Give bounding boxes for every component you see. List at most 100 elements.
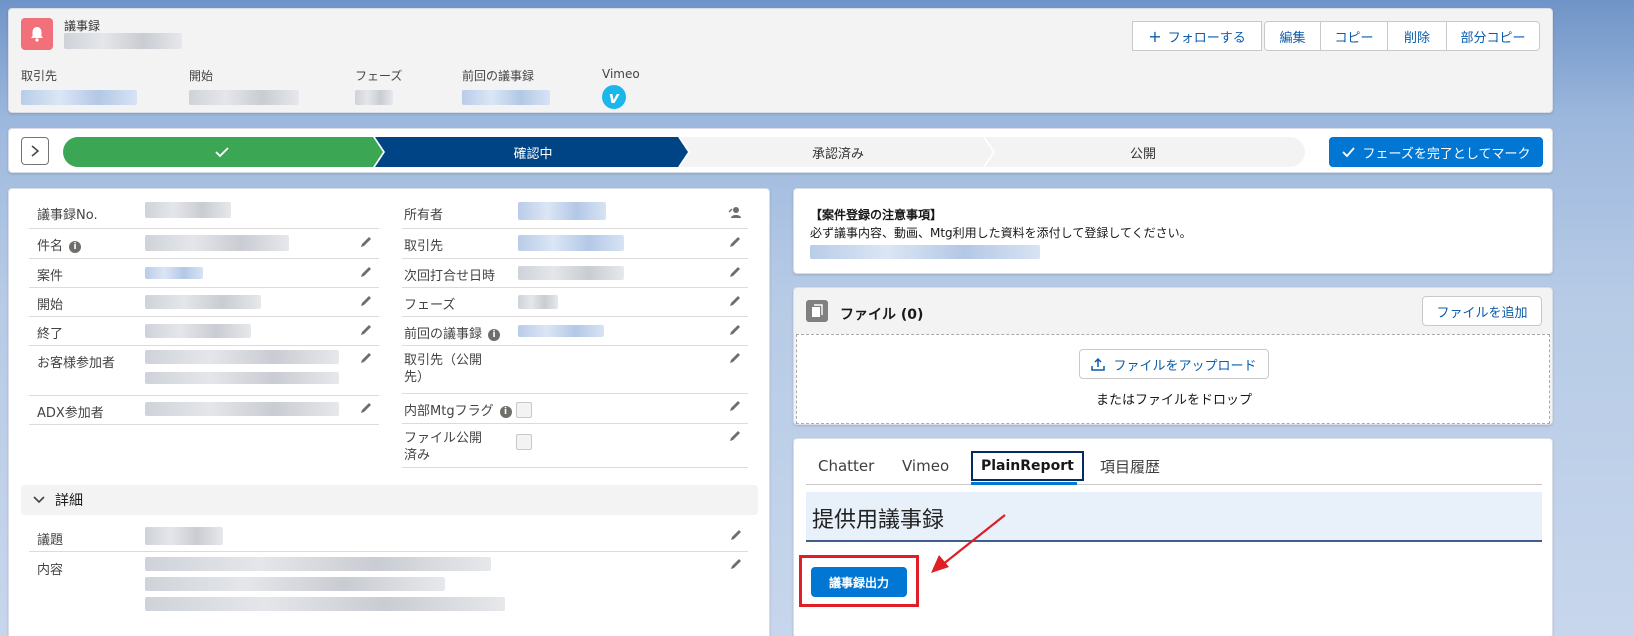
edit-pencil-icon[interactable] — [359, 235, 373, 249]
field-label: 内部Mtgフラグ i — [404, 400, 512, 419]
field-value — [518, 266, 624, 280]
field-value — [145, 295, 261, 309]
field-label: 件名 i — [37, 235, 82, 254]
export-minutes-button[interactable]: 議事録出力 — [811, 567, 907, 597]
tab-plainreport[interactable]: PlainReport — [971, 451, 1084, 481]
check-icon — [215, 147, 229, 158]
field-label: 所有者 — [404, 208, 444, 223]
plus-icon: + — [1148, 26, 1162, 46]
field-end: 終了 — [29, 317, 379, 346]
field-minutes-no: 議事録No. — [29, 197, 379, 229]
highlight-value[interactable] — [462, 90, 550, 105]
edit-pencil-icon[interactable] — [359, 401, 373, 415]
path-step-published[interactable]: 公開 — [993, 137, 1293, 167]
notice-title: 【案件登録の注意事項】 — [810, 208, 943, 222]
field-value[interactable] — [518, 235, 624, 251]
edit-pencil-icon[interactable] — [729, 528, 743, 542]
info-icon[interactable]: i — [499, 405, 512, 418]
field-content: 内容 — [29, 551, 748, 636]
highlight-label: 前回の議事録 — [462, 69, 535, 83]
record-name — [64, 33, 182, 49]
path-step-current[interactable]: 確認中 — [383, 137, 683, 167]
field-value-line2 — [145, 372, 339, 384]
edit-pencil-icon[interactable] — [729, 557, 743, 571]
highlight-account: 取引先 — [21, 67, 137, 109]
file-dropzone[interactable]: ファイルをアップロード またはファイルをドロップ — [796, 334, 1550, 424]
delete-button[interactable]: 削除 — [1388, 21, 1447, 51]
path-toggle-button[interactable] — [21, 137, 49, 165]
tab-field-history[interactable]: 項目履歴 — [1100, 449, 1160, 483]
field-label: 前回の議事録 i — [404, 323, 501, 342]
follow-button[interactable]: + フォローする — [1132, 21, 1262, 51]
info-icon[interactable]: i — [488, 328, 501, 341]
chevron-down-icon — [33, 496, 45, 504]
tab-vimeo[interactable]: Vimeo — [902, 449, 949, 483]
path-step-complete[interactable] — [63, 137, 381, 167]
highlight-value — [189, 90, 299, 105]
upload-file-button[interactable]: ファイルをアップロード — [1079, 349, 1269, 379]
field-value[interactable] — [145, 267, 203, 279]
files-card: ファイル (0) ファイルを追加 ファイルをアップロード またはファイルをドロッ… — [793, 287, 1553, 425]
mark-complete-label: フェーズを完了としてマーク — [1362, 146, 1531, 162]
field-label-text: 件名 — [37, 239, 64, 254]
notice-link[interactable] — [810, 245, 1040, 259]
field-label: フェーズ — [404, 298, 456, 313]
partial-copy-button[interactable]: 部分コピー — [1447, 21, 1540, 51]
edit-pencil-icon[interactable] — [728, 294, 742, 308]
drop-text: またはファイルをドロップ — [1095, 393, 1252, 408]
copy-button[interactable]: コピー — [1321, 21, 1388, 51]
action-button-group: 編集 コピー 削除 部分コピー — [1264, 21, 1540, 51]
edit-pencil-icon[interactable] — [359, 323, 373, 337]
path-steps: 確認中 承認済み 公開 — [63, 137, 1305, 167]
field-internal-mtg-flag: 内部Mtgフラグ i — [402, 394, 748, 424]
notice-body: 必ず議事内容、動画、Mtg利用した資料を添付して登録してください。 — [810, 226, 1192, 240]
field-label: 取引先 — [404, 239, 444, 254]
files-title[interactable]: ファイル (0) — [840, 304, 923, 324]
field-opportunity: 案件 — [29, 259, 379, 288]
field-previous-minutes: 前回の議事録 i — [402, 317, 748, 346]
notice-card: 【案件登録の注意事項】 必ず議事内容、動画、Mtg利用した資料を添付して登録して… — [793, 188, 1553, 274]
field-file-published: ファイル公開済み — [402, 424, 748, 468]
path-step-approved[interactable]: 承認済み — [688, 137, 988, 167]
info-icon[interactable]: i — [69, 240, 82, 253]
edit-pencil-icon[interactable] — [728, 351, 742, 365]
section-detail-header[interactable]: 詳細 — [21, 485, 758, 515]
field-value — [145, 235, 289, 251]
edit-pencil-icon[interactable] — [359, 265, 373, 279]
vimeo-icon[interactable]: v — [602, 85, 626, 109]
edit-pencil-icon[interactable] — [728, 323, 742, 337]
field-label: 内容 — [37, 563, 64, 578]
field-value — [145, 324, 251, 338]
highlight-label: 取引先 — [21, 69, 58, 83]
tab-chatter[interactable]: Chatter — [818, 449, 874, 483]
mark-complete-button[interactable]: フェーズを完了としてマーク — [1329, 137, 1543, 167]
report-header: 提供用議事録 — [806, 492, 1542, 542]
highlight-label: Vimeo — [602, 67, 640, 81]
edit-pencil-icon[interactable] — [728, 265, 742, 279]
field-owner: 所有者 — [402, 197, 748, 229]
field-start: 開始 — [29, 288, 379, 317]
file-icon — [806, 300, 828, 322]
highlight-value[interactable] — [21, 90, 137, 105]
field-value[interactable] — [518, 202, 606, 220]
field-value — [145, 202, 231, 218]
field-label: 議題 — [37, 533, 64, 548]
tabs-card: Chatter Vimeo PlainReport 項目履歴 提供用議事録 議事… — [793, 438, 1553, 636]
edit-pencil-icon[interactable] — [728, 399, 742, 413]
edit-button[interactable]: 編集 — [1264, 21, 1321, 51]
path-bar: 確認中 承認済み 公開 フェーズを完了としてマーク — [8, 128, 1553, 173]
edit-pencil-icon[interactable] — [359, 351, 373, 365]
field-value — [145, 402, 339, 416]
field-value[interactable] — [518, 325, 604, 337]
edit-pencil-icon[interactable] — [728, 429, 742, 443]
change-owner-icon[interactable] — [728, 205, 742, 219]
edit-pencil-icon[interactable] — [728, 235, 742, 249]
section-title: 詳細 — [55, 493, 83, 509]
edit-pencil-icon[interactable] — [359, 294, 373, 308]
field-value — [145, 527, 223, 545]
tab-active-indicator — [971, 482, 1077, 485]
field-agenda: 議題 — [29, 523, 748, 551]
add-file-button[interactable]: ファイルを追加 — [1422, 296, 1542, 326]
object-icon — [21, 18, 53, 50]
field-label-text: 前回の議事録 — [404, 327, 483, 342]
